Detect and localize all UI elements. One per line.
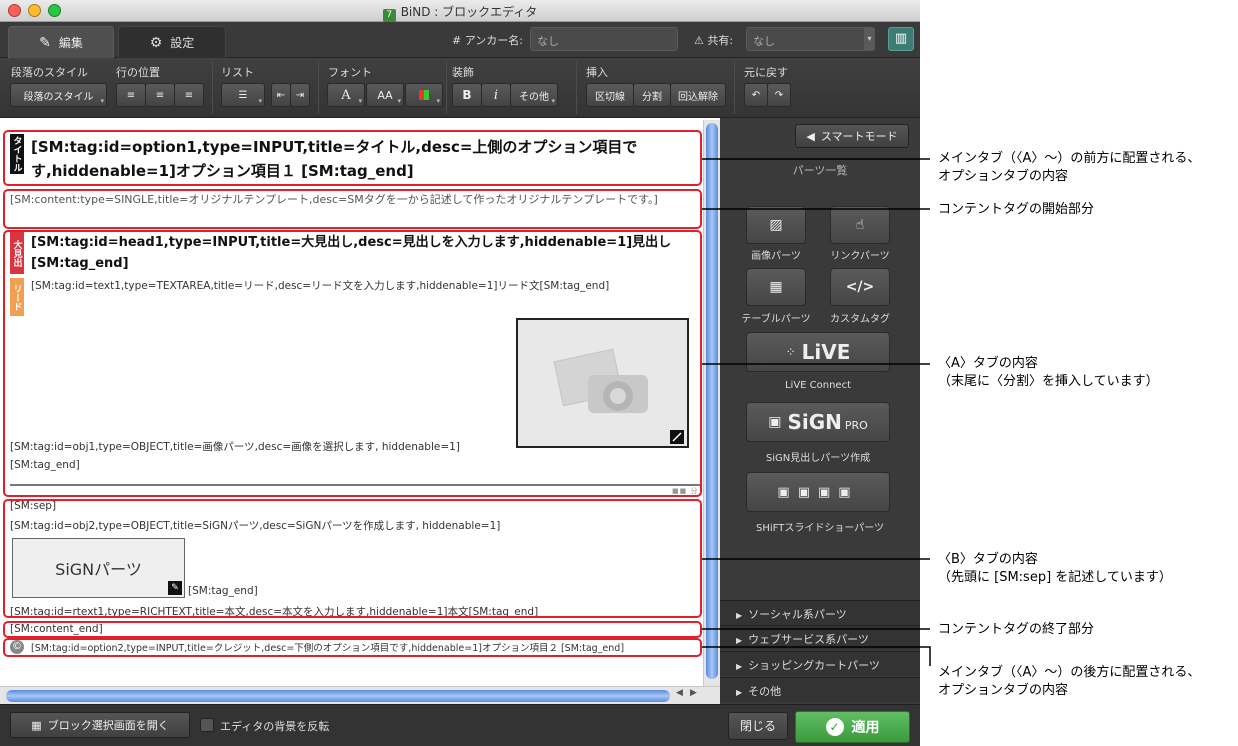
annotation-line: オプションタブの内容	[938, 683, 1069, 698]
connector-line	[702, 646, 931, 666]
annotation-line: オプションタブの内容	[938, 169, 1069, 184]
annotation-line: メインタブ（〈A〉〜）の後方に配置される、	[938, 665, 1201, 680]
annotation-content-start: コンテントタグの開始部分	[938, 202, 1095, 217]
annotation-line: （先頭に [SM:sep] を記述しています）	[938, 570, 1172, 585]
annotation-line: メインタブ（〈A〉〜）の前方に配置される、	[938, 151, 1201, 166]
annotation-line: （末尾に〈分割〉を挿入しています）	[938, 374, 1159, 389]
annotation-content-end: コンテントタグの終了部分	[938, 622, 1095, 637]
annotation-line: 〈A〉タブの内容	[938, 356, 1038, 371]
annotation-rear-option: メインタブ（〈A〉〜）の後方に配置される、 オプションタブの内容	[938, 664, 1200, 700]
annotation-tab-a: 〈A〉タブの内容 （末尾に〈分割〉を挿入しています）	[938, 355, 1159, 391]
annotation-line: 〈B〉タブの内容	[938, 552, 1038, 567]
annotation-tab-b: 〈B〉タブの内容 （先頭に [SM:sep] を記述しています）	[938, 551, 1172, 587]
annotation-front-option: メインタブ（〈A〉〜）の前方に配置される、 オプションタブの内容	[938, 150, 1200, 186]
